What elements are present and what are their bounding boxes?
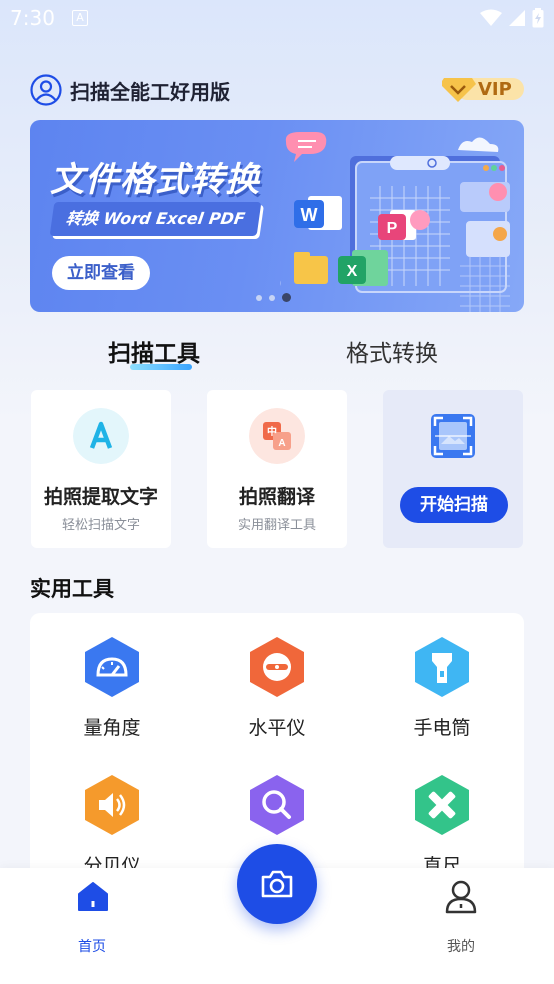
card-start-scan[interactable]: 开始扫描	[383, 390, 523, 548]
svg-text:W: W	[301, 205, 318, 225]
document-conversion-illustration: W P X	[280, 132, 510, 312]
tool-label: 水平仪	[248, 717, 306, 739]
banner-dot[interactable]	[269, 294, 275, 301]
user-avatar-icon[interactable]	[30, 74, 62, 106]
tool-label: 量角度	[83, 717, 141, 739]
tool-decibel-meter[interactable]: 分贝仪	[52, 773, 172, 883]
battery-icon	[532, 8, 544, 28]
practical-tools-title: 实用工具	[30, 577, 114, 601]
banner-title: 文件格式转换	[50, 160, 260, 200]
tool-label: 手电筒	[413, 717, 471, 739]
speaker-icon	[85, 775, 139, 835]
ruler-icon	[415, 775, 469, 835]
profile-icon	[445, 880, 477, 914]
banner-dot-active[interactable]	[282, 293, 291, 302]
promo-banner[interactable]: 文件格式转换 转换 Word Excel PDF 立即查看 W P X	[30, 120, 524, 312]
tool-flashlight[interactable]: 手电筒	[382, 635, 502, 745]
svg-text:P: P	[387, 220, 398, 237]
tool-tabs: 扫描工具 格式转换	[0, 330, 554, 378]
card-photo-text-extraction[interactable]: 拍照提取文字 轻松扫描文字	[31, 390, 171, 548]
camera-button[interactable]	[237, 844, 317, 924]
banner-pagination	[256, 293, 291, 302]
text-a-icon	[73, 408, 129, 464]
vip-label: VIP	[478, 79, 512, 100]
active-tab-indicator	[130, 364, 192, 370]
vip-badge[interactable]: VIP	[442, 74, 524, 104]
tab-format-conversion[interactable]: 格式转换	[346, 334, 438, 368]
level-icon	[250, 637, 304, 697]
wifi-icon	[480, 9, 502, 26]
start-scan-button[interactable]: 开始扫描	[400, 487, 508, 523]
tab-scan-tools[interactable]: 扫描工具	[108, 334, 200, 368]
banner-view-button[interactable]: 立即查看	[52, 256, 150, 290]
tool-ruler[interactable]: 直尺	[382, 773, 502, 883]
svg-text:X: X	[347, 263, 358, 280]
card-subtitle: 轻松扫描文字	[61, 518, 140, 533]
protractor-icon	[85, 637, 139, 697]
banner-subtitle: 转换 Word Excel PDF	[49, 202, 262, 236]
notification-icon: A	[72, 10, 88, 26]
tool-level[interactable]: 水平仪	[217, 635, 337, 745]
app-title: 扫描全能工好用版	[70, 80, 230, 104]
translate-icon: 中 A	[249, 408, 305, 464]
flashlight-icon	[415, 637, 469, 697]
card-title: 拍照翻译	[238, 486, 315, 508]
app-header: 扫描全能工好用版 VIP	[30, 72, 524, 106]
nav-home-label: 首页	[78, 939, 106, 955]
status-time: 7:30	[10, 6, 55, 30]
signal-icon	[509, 10, 525, 26]
nav-mine-label: 我的	[447, 939, 475, 955]
banner-dot[interactable]	[256, 294, 262, 301]
camera-icon	[261, 870, 293, 898]
status-bar: 7:30 A	[0, 0, 554, 38]
home-icon	[78, 882, 108, 911]
nav-home[interactable]: 首页	[62, 880, 122, 955]
status-indicators	[480, 8, 544, 28]
tool-protractor[interactable]: 量角度	[52, 635, 172, 745]
nav-mine[interactable]: 我的	[431, 880, 491, 955]
card-photo-translate[interactable]: 中 A 拍照翻译 实用翻译工具	[207, 390, 347, 548]
card-title: 拍照提取文字	[43, 486, 158, 508]
card-subtitle: 实用翻译工具	[237, 518, 316, 533]
magnifier-icon	[250, 775, 304, 835]
svg-text:中: 中	[267, 425, 277, 438]
svg-text:A: A	[278, 438, 285, 449]
scan-frame-icon	[431, 414, 475, 458]
